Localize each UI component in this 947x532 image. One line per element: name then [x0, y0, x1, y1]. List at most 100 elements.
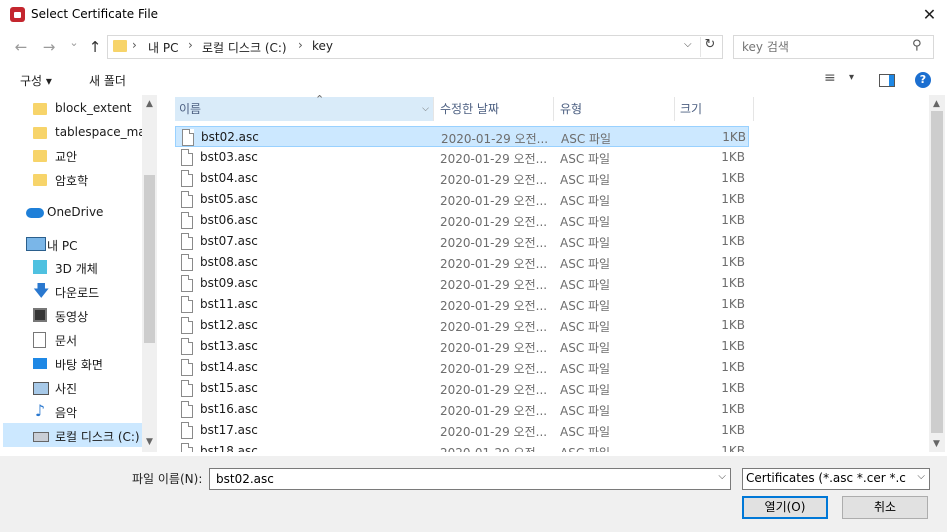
sidebar-item-downloads[interactable]: 🡇 다운로드 — [3, 279, 142, 303]
file-name: bst02.asc — [201, 130, 259, 144]
breadcrumb-pc[interactable]: 내 PC — [148, 39, 178, 56]
address-bar[interactable]: › 내 PC › 로컬 디스크 (C:) › key ⌵ ↻ — [107, 35, 723, 59]
close-icon[interactable]: ✕ — [912, 0, 947, 30]
file-row[interactable]: bst09.asc 2020-01-29 오전... ASC 파일 1KB — [175, 273, 749, 294]
file-type: ASC 파일 — [560, 383, 611, 397]
column-header-date[interactable]: 수정한 날짜 — [440, 97, 550, 121]
file-row[interactable]: bst06.asc 2020-01-29 오전... ASC 파일 1KB — [175, 210, 749, 231]
sort-ascending-icon: ⌃ — [315, 95, 325, 106]
file-date: 2020-01-29 오전... — [440, 383, 548, 397]
filename-combobox[interactable]: ⌵ — [209, 468, 731, 490]
file-row[interactable]: bst14.asc 2020-01-29 오전... ASC 파일 1KB — [175, 357, 749, 378]
sidebar-item-videos[interactable]: 동영상 — [3, 303, 142, 327]
file-row[interactable]: bst18.asc 2020-01-29 오전... ASC 파일 1KB — [175, 441, 749, 452]
sidebar-item-label: 로컬 디스크 (C:) — [55, 430, 140, 444]
file-row[interactable]: bst04.asc 2020-01-29 오전... ASC 파일 1KB — [175, 168, 749, 189]
file-row[interactable]: bst02.asc 2020-01-29 오전... ASC 파일 1KB — [175, 126, 749, 147]
preview-pane-icon[interactable] — [879, 74, 895, 87]
sidebar-item-tablespace[interactable]: tablespace_mana — [3, 120, 142, 144]
refresh-icon[interactable]: ↻ — [700, 37, 719, 57]
file-type-select[interactable]: Certificates (*.asc *.cer *.cert *. ⌵ — [742, 468, 930, 490]
file-row[interactable]: bst16.asc 2020-01-29 오전... ASC 파일 1KB — [175, 399, 749, 420]
file-row[interactable]: bst11.asc 2020-01-29 오전... ASC 파일 1KB — [175, 294, 749, 315]
search-input[interactable] — [740, 38, 904, 56]
column-header-name[interactable]: 이름 ⌃ ⌵ — [175, 95, 433, 121]
up-arrow-icon[interactable]: ↑ — [85, 36, 105, 58]
file-type: ASC 파일 — [560, 173, 611, 187]
breadcrumb-separator[interactable]: › — [188, 38, 193, 52]
document-icon — [33, 332, 46, 348]
file-type: ASC 파일 — [560, 362, 611, 376]
file-row[interactable]: bst07.asc 2020-01-29 오전... ASC 파일 1KB — [175, 231, 749, 252]
scrollbar-thumb[interactable] — [144, 175, 155, 343]
sidebar-item-music[interactable]: ♪ 음악 — [3, 399, 142, 423]
folder-icon — [33, 174, 47, 186]
forward-arrow-icon[interactable]: → — [39, 36, 59, 58]
column-divider[interactable] — [674, 97, 675, 121]
help-icon[interactable]: ? — [915, 72, 931, 88]
search-icon[interactable]: ⚲ — [912, 38, 922, 53]
file-icon — [181, 443, 193, 452]
filename-label: 파일 이름(N): — [132, 472, 203, 486]
file-size: 1KB — [722, 130, 746, 144]
scrollbar-thumb[interactable] — [931, 111, 943, 433]
file-icon — [181, 191, 193, 208]
scroll-down-icon[interactable]: ▼ — [142, 437, 157, 447]
sidebar-item-label: 내 PC — [47, 239, 78, 253]
breadcrumb-drive[interactable]: 로컬 디스크 (C:) — [202, 39, 287, 56]
breadcrumb-separator[interactable]: › — [132, 38, 137, 52]
sidebar-item-3d-objects[interactable]: 3D 개체 — [3, 255, 142, 279]
organize-button[interactable]: 구성 ▾ — [20, 72, 52, 89]
recent-locations-icon[interactable]: ⌄ — [64, 32, 84, 54]
search-box[interactable]: ⚲ — [733, 35, 934, 59]
column-header-size[interactable]: 크기 — [680, 97, 750, 121]
file-type: ASC 파일 — [560, 425, 611, 439]
file-row[interactable]: bst05.asc 2020-01-29 오전... ASC 파일 1KB — [175, 189, 749, 210]
file-row[interactable]: bst12.asc 2020-01-29 오전... ASC 파일 1KB — [175, 315, 749, 336]
chevron-down-icon[interactable]: ⌵ — [422, 97, 429, 121]
file-name: bst12.asc — [200, 318, 258, 332]
back-arrow-icon[interactable]: ← — [11, 36, 31, 58]
file-icon — [181, 233, 193, 250]
file-row[interactable]: bst13.asc 2020-01-29 오전... ASC 파일 1KB — [175, 336, 749, 357]
chevron-down-icon[interactable]: ⌵ — [718, 471, 726, 482]
scroll-up-icon[interactable]: ▲ — [142, 99, 157, 109]
sidebar-item-block-extent[interactable]: block_extent — [3, 96, 142, 120]
file-row[interactable]: bst03.asc 2020-01-29 오전... ASC 파일 1KB — [175, 147, 749, 168]
view-options-icon[interactable]: ≡ — [824, 70, 836, 86]
breadcrumb-key[interactable]: key — [312, 39, 333, 53]
file-type: ASC 파일 — [560, 278, 611, 292]
scroll-down-icon[interactable]: ▼ — [929, 439, 944, 449]
address-dropdown-icon[interactable]: ⌵ — [684, 39, 692, 50]
sidebar-item-pictures[interactable]: 사진 — [3, 375, 142, 399]
download-icon: 🡇 — [33, 281, 50, 300]
chevron-down-icon[interactable]: ⌵ — [917, 471, 925, 482]
breadcrumb-separator[interactable]: › — [298, 38, 303, 52]
sidebar-item-gyoan[interactable]: 교안 — [3, 143, 142, 167]
file-list-scrollbar[interactable]: ▲ ▼ — [929, 95, 945, 452]
sidebar-item-cryptography[interactable]: 암호학 — [3, 167, 142, 191]
file-row[interactable]: bst15.asc 2020-01-29 오전... ASC 파일 1KB — [175, 378, 749, 399]
sidebar-scrollbar[interactable]: ▲ ▼ — [142, 95, 157, 452]
column-divider[interactable] — [553, 97, 554, 121]
file-name: bst15.asc — [200, 381, 258, 395]
file-row[interactable]: bst17.asc 2020-01-29 오전... ASC 파일 1KB — [175, 420, 749, 441]
column-divider[interactable] — [753, 97, 754, 121]
file-name: bst13.asc — [200, 339, 258, 353]
view-dropdown-icon[interactable]: ▾ — [849, 72, 854, 83]
sidebar-item-documents[interactable]: 문서 — [3, 327, 142, 351]
column-divider[interactable] — [433, 97, 434, 121]
sidebar-item-local-disk[interactable]: 로컬 디스크 (C:) — [3, 423, 142, 447]
column-header-type[interactable]: 유형 — [560, 97, 670, 121]
sidebar-item-desktop[interactable]: 바탕 화면 — [3, 351, 142, 375]
file-row[interactable]: bst08.asc 2020-01-29 오전... ASC 파일 1KB — [175, 252, 749, 273]
open-button[interactable]: 열기(O) — [742, 496, 828, 519]
sidebar-item-onedrive[interactable]: OneDrive — [3, 200, 142, 224]
sidebar-item-label: 다운로드 — [55, 286, 100, 300]
file-date: 2020-01-29 오전... — [440, 320, 548, 334]
cancel-button[interactable]: 취소 — [842, 496, 928, 519]
filename-input[interactable] — [214, 470, 708, 488]
scroll-up-icon[interactable]: ▲ — [929, 99, 944, 109]
sidebar-item-this-pc[interactable]: 내 PC — [3, 232, 142, 256]
new-folder-button[interactable]: 새 폴더 — [89, 72, 126, 89]
